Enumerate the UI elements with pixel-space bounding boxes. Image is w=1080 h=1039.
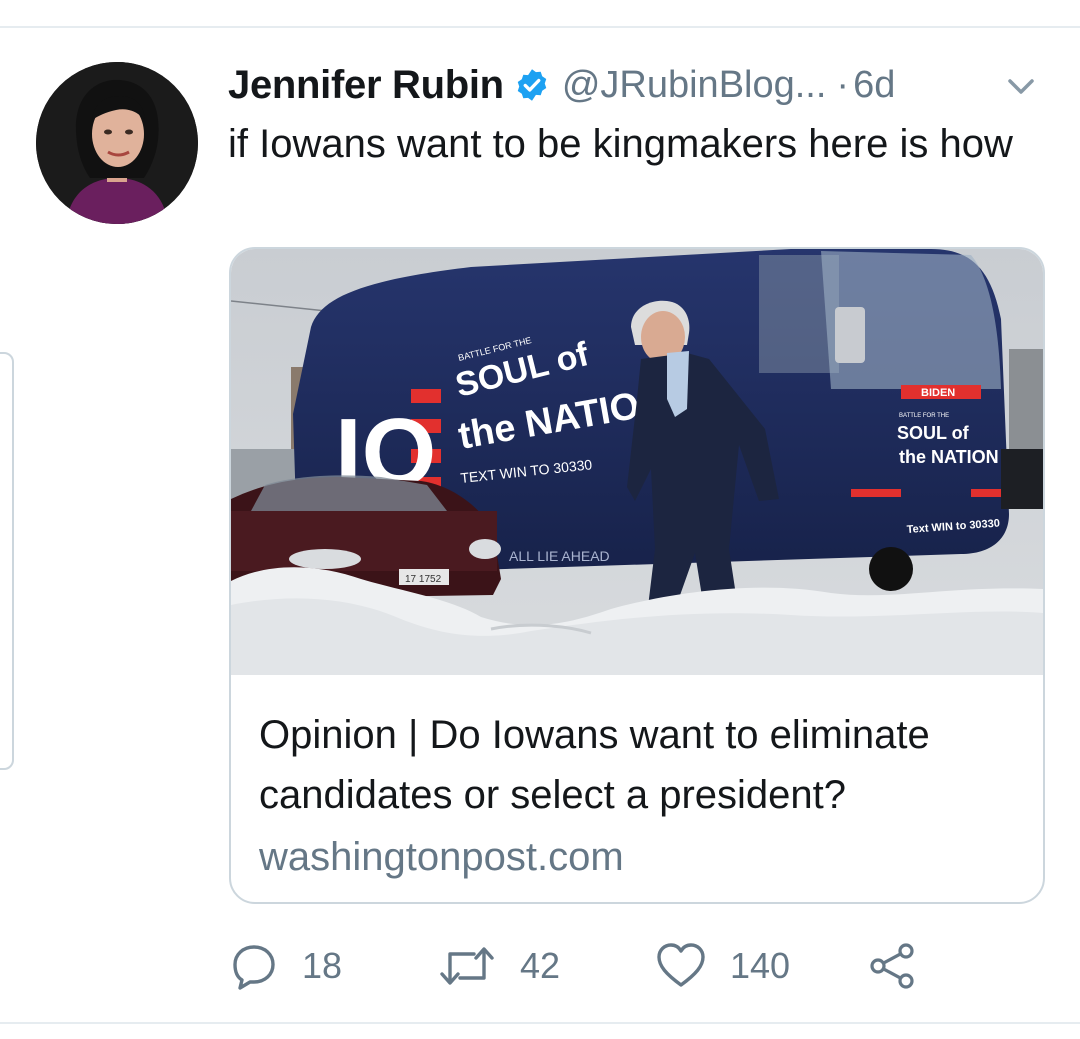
share-button[interactable] (866, 938, 918, 994)
card-image[interactable]: IO BATTLE FOR THE SOUL of the NATION TEX… (231, 249, 1043, 675)
retweet-icon (440, 947, 494, 985)
like-icon (657, 943, 705, 987)
verified-badge-icon (514, 67, 550, 103)
avatar-image (36, 62, 198, 224)
share-icon (870, 943, 914, 989)
tweet-actions: 18 42 140 (230, 938, 950, 994)
tweet-header: Jennifer Rubin @JRubinBlog... · 6d (228, 60, 1058, 110)
chevron-down-icon[interactable] (1004, 74, 1038, 98)
dot-separator: · (836, 63, 850, 106)
author-handle[interactable]: @JRubinBlog... (562, 64, 827, 107)
bottom-divider (0, 1022, 1080, 1024)
rear-slogan-2: the NATION (899, 447, 999, 467)
reply-button[interactable]: 18 (230, 938, 342, 994)
edge-panel (0, 352, 14, 770)
card-text: Opinion | Do Iowans want to eliminate ca… (259, 705, 1029, 887)
retweet-button[interactable]: 42 (438, 938, 560, 994)
link-card[interactable]: IO BATTLE FOR THE SOUL of the NATION TEX… (229, 247, 1045, 904)
bus-photo: IO BATTLE FOR THE SOUL of the NATION TEX… (231, 249, 1043, 675)
bus-lower-text: ALL LIE AHEAD (509, 548, 610, 564)
top-divider (0, 26, 1080, 28)
timestamp[interactable]: 6d (853, 64, 895, 107)
card-domain[interactable]: washingtonpost.com (259, 827, 1029, 887)
rear-tagline: BATTLE FOR THE (899, 413, 949, 419)
author-name[interactable]: Jennifer Rubin (228, 63, 504, 108)
rear-slogan-1: SOUL of (897, 423, 970, 443)
rear-brand: BIDEN (921, 387, 955, 399)
license-plate: 17 1752 (405, 574, 442, 585)
retweet-count: 42 (520, 945, 561, 986)
reply-icon (233, 945, 275, 990)
card-title[interactable]: Opinion | Do Iowans want to eliminate ca… (259, 705, 1029, 825)
like-button[interactable]: 140 (656, 938, 790, 994)
like-count: 140 (730, 945, 791, 986)
tweet-text: if Iowans want to be kingmakers here is … (228, 122, 1013, 166)
reply-count: 18 (302, 945, 343, 986)
avatar[interactable] (36, 62, 198, 224)
